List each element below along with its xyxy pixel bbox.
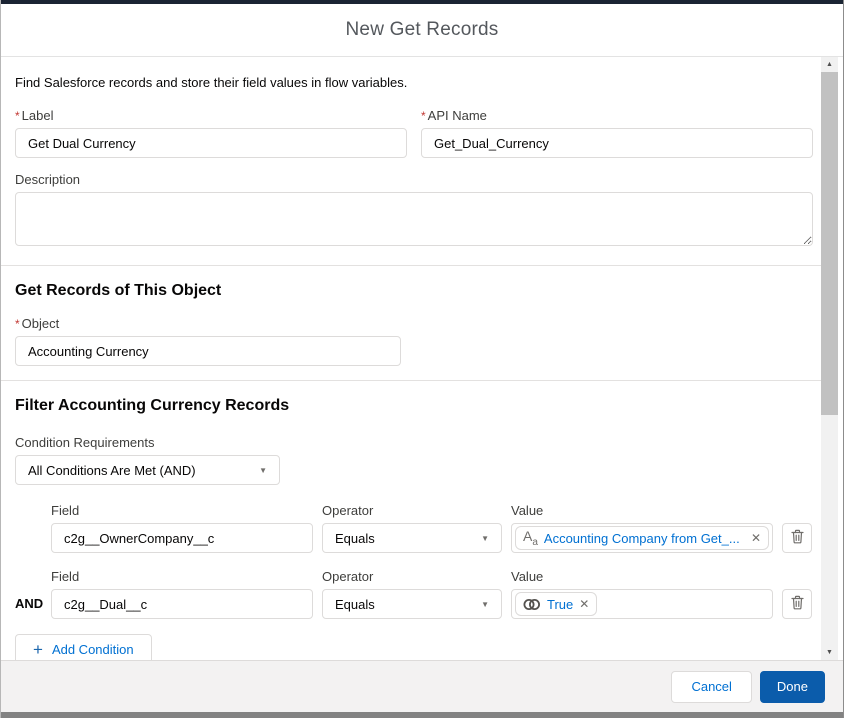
- description-field-label: Description: [15, 172, 813, 187]
- condition-operator-group: Operator Equals ▼: [322, 503, 502, 553]
- scroll-down-icon[interactable]: ▼: [821, 645, 838, 660]
- background-canvas-strip: [1, 712, 843, 718]
- condition-requirements-group: Condition Requirements All Conditions Ar…: [15, 435, 280, 485]
- condition-rows: Field Operator Equals ▼ Value: [15, 503, 813, 619]
- section-divider: [1, 265, 821, 266]
- modal-title: New Get Records: [346, 19, 499, 41]
- object-section-heading: Get Records of This Object: [15, 282, 813, 300]
- label-input[interactable]: [15, 128, 407, 158]
- description-textarea[interactable]: [15, 192, 813, 246]
- condition-field-input[interactable]: [51, 589, 313, 619]
- trash-icon: [791, 529, 804, 547]
- vertical-scrollbar[interactable]: ▲ ▼: [821, 57, 838, 660]
- object-field-group: *Object: [15, 316, 401, 366]
- filter-section-heading: Filter Accounting Currency Records: [15, 397, 813, 415]
- condition-requirements-label: Condition Requirements: [15, 435, 280, 450]
- label-field-group: *Label: [15, 108, 407, 158]
- operator-label: Operator: [322, 503, 502, 518]
- delete-condition-button[interactable]: [782, 589, 812, 619]
- add-condition-label: Add Condition: [52, 642, 134, 657]
- chevron-down-icon: ▼: [481, 600, 489, 609]
- description-field-group: Description: [15, 172, 813, 251]
- value-label: Value: [511, 503, 773, 518]
- value-pill: True ✕: [515, 592, 597, 616]
- value-pill-text: Accounting Company from Get_...: [544, 531, 745, 546]
- condition-value-combobox[interactable]: True ✕: [511, 589, 773, 619]
- boolean-toggle-icon: [523, 598, 541, 611]
- value-pill-text: True: [547, 597, 573, 612]
- modal-body: Find Salesforce records and store their …: [1, 57, 843, 660]
- required-marker: *: [421, 109, 426, 123]
- label-apiname-row: *Label *API Name: [15, 108, 813, 158]
- done-button[interactable]: Done: [760, 671, 825, 703]
- trash-icon: [791, 595, 804, 613]
- required-marker: *: [15, 109, 20, 123]
- section-divider: [1, 380, 821, 381]
- value-pill: Aa Accounting Company from Get_... ✕: [515, 526, 769, 550]
- condition-requirements-value: All Conditions Are Met (AND): [28, 463, 196, 478]
- remove-value-icon[interactable]: ✕: [751, 532, 761, 544]
- condition-field-group: Field: [51, 503, 313, 553]
- condition-value-group: Value True ✕: [511, 569, 773, 619]
- condition-operator-dropdown[interactable]: Equals ▼: [322, 589, 502, 619]
- intro-text: Find Salesforce records and store their …: [15, 75, 813, 90]
- field-label: Field: [51, 503, 313, 518]
- object-field-label: *Object: [15, 316, 401, 331]
- chevron-down-icon: ▼: [481, 534, 489, 543]
- modal-footer: Cancel Done: [1, 660, 843, 712]
- scrollbar-thumb[interactable]: [821, 72, 838, 415]
- label-field-label: *Label: [15, 108, 407, 123]
- operator-value: Equals: [335, 597, 375, 612]
- text-type-icon: Aa: [523, 529, 538, 548]
- operator-label: Operator: [322, 569, 502, 584]
- cancel-button[interactable]: Cancel: [671, 671, 751, 703]
- condition-prefix-and: AND: [15, 596, 43, 611]
- flow-builder-screen: New Get Records Find Salesforce records …: [0, 0, 844, 718]
- chevron-down-icon: ▼: [259, 466, 267, 475]
- value-label: Value: [511, 569, 773, 584]
- api-name-input[interactable]: [421, 128, 813, 158]
- modal-header: New Get Records: [1, 4, 843, 57]
- delete-condition-button[interactable]: [782, 523, 812, 553]
- operator-value: Equals: [335, 531, 375, 546]
- condition-field-input[interactable]: [51, 523, 313, 553]
- condition-field-group: Field: [51, 569, 313, 619]
- condition-value-combobox[interactable]: Aa Accounting Company from Get_... ✕: [511, 523, 773, 553]
- plus-icon: +: [33, 640, 43, 660]
- condition-row-2: AND Field Operator Equals ▼ Value: [51, 569, 813, 619]
- scroll-up-icon[interactable]: ▲: [821, 57, 838, 72]
- condition-operator-dropdown[interactable]: Equals ▼: [322, 523, 502, 553]
- remove-value-icon[interactable]: ✕: [579, 598, 589, 610]
- api-name-field-label: *API Name: [421, 108, 813, 123]
- modal-content: Find Salesforce records and store their …: [1, 57, 821, 660]
- condition-value-group: Value Aa Accounting Company from Get_...…: [511, 503, 773, 553]
- condition-operator-group: Operator Equals ▼: [322, 569, 502, 619]
- api-name-field-group: *API Name: [421, 108, 813, 158]
- required-marker: *: [15, 317, 20, 331]
- condition-row-1: Field Operator Equals ▼ Value: [51, 503, 813, 553]
- object-input[interactable]: [15, 336, 401, 366]
- field-label: Field: [51, 569, 313, 584]
- condition-requirements-dropdown[interactable]: All Conditions Are Met (AND) ▼: [15, 455, 280, 485]
